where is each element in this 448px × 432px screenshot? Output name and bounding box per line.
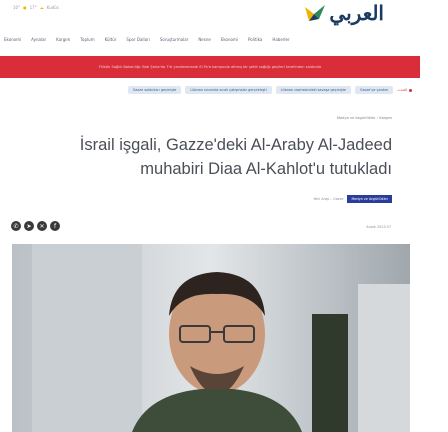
topic-tags: Gazze saldırıları geçmişte Lübnan sınırı… [127, 86, 412, 94]
weather-city: Kudüs [46, 5, 59, 10]
portrait-image [12, 244, 410, 432]
share-buttons: ✆ ➤ ✕ f [11, 221, 60, 231]
page-right-margin [420, 0, 448, 432]
nav-item-object[interactable]: Nesne [198, 37, 211, 42]
nav-item-economy[interactable]: Ekonomi [4, 37, 21, 42]
main-nav: Ekonomi Aynalar Kargım Toplum Kültür Spo… [0, 32, 420, 46]
nav-item-news[interactable]: Haberler [272, 37, 289, 42]
x-icon[interactable]: ✕ [37, 221, 47, 231]
nav-item-sports[interactable]: Spor Dalları [126, 37, 149, 42]
facebook-icon[interactable]: f [50, 221, 60, 231]
weather-temp-low: 10° [13, 5, 21, 10]
bird-logo-icon [305, 5, 326, 21]
nav-item-society[interactable]: Toplum [80, 37, 94, 42]
live-label: الحدث [397, 88, 412, 92]
nav-item-economy-2[interactable]: Ekonomi [221, 37, 238, 42]
article-meta: Yeni Arap – Gazze Medya ve özgürlükler [313, 195, 392, 203]
live-label-text: الحدث [397, 88, 407, 92]
nav-item-investigations[interactable]: Soruşturmalar [160, 37, 188, 42]
nav-item-kargim[interactable]: Kargım [56, 37, 70, 42]
site-logo[interactable]: العربي [303, 0, 384, 26]
telegram-icon[interactable]: ➤ [24, 221, 34, 231]
tag-1[interactable]: Gazze saldırıları geçmişte [127, 86, 182, 94]
tag-3[interactable]: Lübnan cephesindeki savaşa geçmişte [275, 86, 352, 94]
nav-item-politics[interactable]: Politika [248, 37, 262, 42]
nav-item-mirrors[interactable]: Aynalar [31, 37, 46, 42]
breaking-news-text: Filistin Sağlık Bakanlığı: Batı Şeria'da… [98, 65, 322, 69]
cloud-icon: ☁ [39, 5, 44, 10]
logo-text: العربي [329, 1, 384, 25]
article-photo [12, 244, 410, 432]
whatsapp-icon[interactable]: ✆ [11, 221, 21, 231]
weather-temp-high: 17° [29, 5, 37, 10]
breadcrumb[interactable]: Medya ve özgürlükler ‹ Kargım [337, 116, 392, 120]
sun-icon: ● [23, 5, 27, 10]
nav-item-culture[interactable]: Kültür [105, 37, 117, 42]
article-source: Yeni Arap – Gazze [313, 197, 344, 201]
top-bar: 10° ● 17° ☁ Kudüs العربي [0, 0, 420, 28]
category-badge[interactable]: Medya ve özgürlükler [347, 195, 392, 203]
breaking-news-bar[interactable]: Filistin Sağlık Bakanlığı: Batı Şeria'da… [0, 56, 420, 78]
weather-widget: 10° ● 17° ☁ Kudüs [13, 5, 59, 10]
tag-2[interactable]: Lübnan sınırında sıcak çatışmalar gerçek… [185, 86, 272, 94]
article-date: Aralık 2023 07 [366, 225, 391, 229]
live-dot-icon [409, 88, 412, 92]
article-headline: İsrail işgali, Gazze'deki Al-Araby Al-Ja… [79, 136, 392, 178]
tag-4[interactable]: Gazze'ye yardım [355, 86, 394, 94]
